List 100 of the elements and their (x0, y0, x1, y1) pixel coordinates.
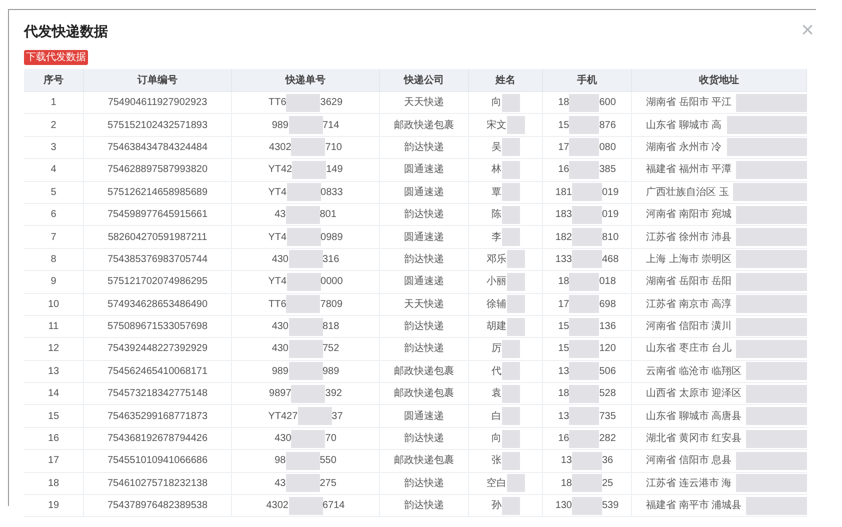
table-cell-text: 韵达快递 (404, 252, 444, 267)
redaction-mosaic (746, 362, 807, 380)
table-cell-text: 754385376983705744 (107, 252, 208, 267)
table-cell-text: 468 (602, 252, 619, 267)
redaction-mosaic (572, 496, 602, 515)
table-cell-text: 9 (50, 275, 56, 290)
redaction-mosaic (286, 452, 320, 470)
table-cell-text: 818 (322, 320, 340, 334)
table-cell-text: 18 (48, 476, 60, 491)
table-cell-text: 754392448227392929 (107, 342, 208, 356)
table-cell-text: 河南省 信阳市 潢川 (646, 320, 732, 334)
table-cell-text: 183 (555, 208, 572, 222)
redaction-mosaic (288, 318, 322, 336)
redaction-mosaic (502, 160, 520, 179)
redaction-mosaic (288, 362, 322, 380)
table-cell-text: 754562465410068171 (107, 364, 208, 379)
table-cell-text: 392 (325, 387, 342, 402)
table-cell-text: YT42 (268, 163, 292, 178)
table-cell-text: 182 (555, 230, 572, 245)
redaction-mosaic (736, 295, 807, 314)
redaction-mosaic (288, 340, 322, 358)
table-cell-text: 7809 (320, 298, 343, 312)
redaction-mosaic (286, 206, 320, 224)
table-cell-text: 019 (602, 186, 619, 200)
table-cell-text: 吴 (492, 140, 502, 155)
table-cell-text: 43 (274, 476, 286, 491)
table-cell-text: 韵达快递 (404, 342, 444, 356)
redaction-mosaic (288, 496, 322, 515)
table-cell-text: 湖南省 永州市 冷 (646, 140, 722, 155)
table-cell-text: 18 (558, 96, 570, 110)
table-cell-text: 575121702074986295 (107, 275, 208, 290)
redaction-mosaic (736, 94, 807, 112)
redaction-mosaic (572, 206, 602, 224)
download-button[interactable]: 下载代发数据 (24, 50, 88, 65)
table-cell-text: 181 (555, 186, 572, 200)
table-cell-text: 邮政快递包裹 (394, 386, 454, 402)
table-cell-text: 9897 (269, 387, 292, 402)
table-cell-text: 圆通速递 (404, 410, 444, 424)
table-cell-text: 邮政快递包裹 (394, 454, 454, 468)
column-header: 快递公司 (404, 73, 444, 88)
redaction-mosaic (506, 272, 524, 291)
table-cell-text: 582604270591987211 (108, 230, 208, 245)
redaction-mosaic (506, 250, 524, 268)
table-cell-text: 13 (48, 364, 60, 379)
redaction-mosaic (569, 430, 600, 448)
table-cell-text: 282 (599, 432, 616, 446)
table-cell-text: 754610275718232138 (107, 476, 208, 491)
table-cell-text: 覃 (492, 186, 502, 200)
table-cell-text: 0833 (320, 186, 343, 200)
table-cell-text: 1 (50, 96, 56, 110)
table-cell-text: 575152102432571893 (107, 118, 208, 133)
table-cell-text: 801 (320, 208, 336, 222)
table-cell-text: 上海 上海市 崇明区 (646, 252, 732, 267)
table-cell-text: 空白 (486, 476, 506, 491)
table-cell-text: 25 (602, 476, 614, 491)
redaction-mosaic (569, 138, 600, 156)
table-cell-text: 湖北省 黄冈市 红安县 (646, 432, 742, 446)
redaction-mosaic (506, 474, 524, 492)
table-cell-text: 754904611927902923 (108, 96, 208, 110)
table-cell-text: 2 (50, 118, 56, 133)
redaction-mosaic (286, 474, 320, 492)
redaction-mosaic (736, 318, 807, 336)
table-cell-text: 邮政快递包裹 (394, 364, 454, 379)
table-cell-text: 韵达快递 (404, 476, 444, 491)
table-cell-text: 16 (48, 432, 60, 446)
table-cell-text: 019 (602, 208, 619, 222)
table-cell-text: 山西省 太原市 迎泽区 (646, 386, 742, 402)
table-cell-text: 275 (320, 476, 336, 491)
table-cell-text: 714 (322, 118, 340, 133)
table-cell-text: YT4 (268, 186, 287, 200)
table-cell-text: 710 (325, 140, 342, 155)
redaction-mosaic (502, 430, 520, 448)
table-cell-text: 43 (274, 208, 286, 222)
table-cell-text: 430 (272, 342, 288, 356)
table-cell-text: 江苏省 连云港市 海 (646, 476, 732, 491)
table-cell-text: 600 (599, 96, 616, 110)
redaction-mosaic (502, 496, 520, 515)
table-cell-text: 15 (558, 342, 570, 356)
table-cell-text: 735 (599, 410, 616, 424)
table-cell-text: 754378976482389538 (107, 499, 208, 514)
table-cell-text: 18 (558, 387, 570, 402)
redaction-mosaic (502, 384, 520, 403)
table-cell-text: 752 (322, 342, 340, 356)
table-cell-text: 989 (272, 118, 288, 133)
redaction-mosaic (572, 250, 602, 268)
table-cell-text: 8 (50, 252, 56, 267)
redaction-mosaic (746, 430, 807, 448)
table-cell-text: TT6 (268, 96, 286, 110)
table-cell-text: 430 (272, 252, 288, 267)
table-cell-text: 149 (326, 163, 343, 178)
table-cell-text: 李 (492, 230, 502, 245)
column-header: 快递单号 (286, 73, 326, 88)
redaction-mosaic (736, 160, 807, 179)
table-cell-text: 湖南省 岳阳市 岳阳 (646, 274, 732, 290)
redaction-mosaic (746, 407, 807, 426)
redaction-mosaic (736, 452, 807, 470)
table-cell-text: YT427 (268, 410, 298, 424)
table-cell-text: 70 (325, 432, 336, 446)
table-cell-text: 河南省 南阳市 宛城 (646, 208, 732, 222)
table-cell-text: 10 (48, 298, 60, 312)
